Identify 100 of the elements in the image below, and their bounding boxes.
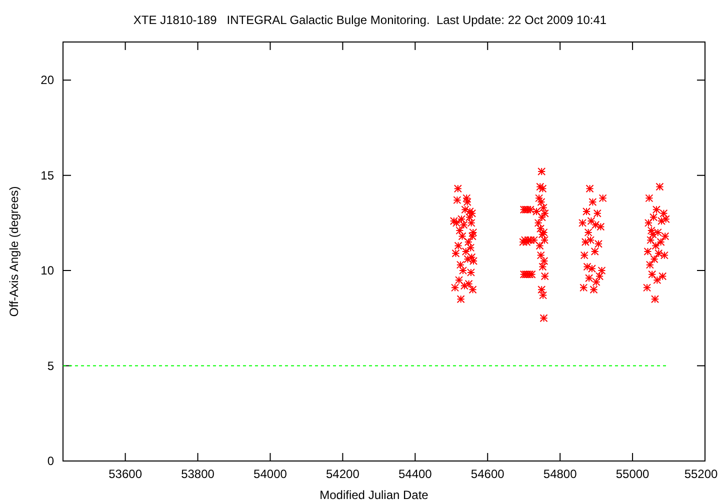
data-point: [468, 253, 476, 262]
data-point: [466, 268, 475, 276]
data-point: [467, 218, 476, 227]
data-point: [538, 262, 547, 271]
data-point: [650, 213, 658, 222]
x-tick-label: 54400: [398, 467, 432, 481]
data-point: [646, 236, 655, 244]
data-point: [540, 314, 548, 322]
data-point: [538, 213, 546, 222]
x-tick-label: 54800: [543, 467, 577, 481]
y-tick-label: 20: [40, 73, 54, 88]
data-point: [462, 194, 471, 202]
data-point: [540, 257, 548, 266]
data-point: [522, 238, 531, 246]
data-point: [661, 232, 670, 240]
data-point: [460, 282, 468, 290]
data-point: [536, 182, 544, 191]
data-point: [583, 262, 592, 271]
data-point: [528, 270, 536, 278]
data-point: [594, 240, 602, 248]
data-point: [526, 270, 534, 278]
data-point: [648, 230, 657, 238]
data-point: [538, 184, 547, 193]
y-axis-title: Off-Axis Angle (degrees): [7, 186, 21, 317]
data-point: [590, 286, 598, 294]
data-point: [520, 270, 528, 278]
x-tick-label: 54200: [326, 467, 360, 481]
data-point: [580, 251, 588, 260]
data-point: [456, 226, 464, 235]
chart-title: XTE J1810-189 INTEGRAL Galactic Bulge Monitoring. Last Update: 22 Oct 2009 10:41: [133, 13, 607, 27]
data-point: [535, 194, 544, 202]
data-point: [458, 266, 467, 275]
data-point: [453, 196, 462, 204]
data-point: [456, 295, 465, 304]
data-point: [645, 194, 654, 202]
data-point: [536, 224, 545, 233]
data-point: [598, 194, 607, 202]
data-point: [647, 226, 656, 235]
data-point: [660, 209, 668, 218]
data-point: [653, 276, 662, 284]
data-point: [656, 182, 664, 191]
data-point: [651, 295, 659, 304]
data-point: [536, 242, 544, 250]
data-point: [464, 238, 472, 246]
data-point: [540, 209, 549, 218]
data-point: [469, 228, 478, 236]
data-point: [456, 260, 464, 269]
data-point: [596, 272, 604, 280]
data-point: [538, 168, 546, 176]
data-point: [662, 215, 670, 224]
data-point: [646, 260, 654, 269]
data-point: [463, 198, 472, 206]
y-tick-label: 0: [47, 454, 54, 468]
data-point: [526, 206, 534, 214]
x-axis-title: Modified Julian Date: [320, 488, 428, 502]
data-point: [654, 249, 663, 258]
data-point: [592, 220, 600, 229]
data-point: [593, 209, 602, 218]
data-point: [540, 272, 549, 280]
data-point: [588, 264, 596, 273]
data-point: [452, 249, 460, 258]
data-point: [582, 208, 591, 216]
data-point: [584, 228, 592, 236]
data-point: [643, 284, 652, 292]
data-point: [586, 184, 594, 193]
data-point: [588, 198, 597, 206]
x-tick-label: 55200: [684, 467, 718, 481]
data-point: [650, 255, 658, 264]
data-point: [539, 291, 548, 300]
data-point: [458, 232, 466, 240]
data-point: [450, 217, 458, 226]
y-tick-label: 10: [40, 264, 54, 278]
x-tick-label: 53800: [181, 467, 214, 481]
data-point: [534, 218, 542, 227]
data-point: [538, 230, 546, 238]
data-point: [537, 198, 546, 206]
data-point: [536, 251, 545, 260]
x-tick-label: 55000: [616, 467, 650, 481]
data-point: [454, 184, 462, 193]
data-point: [464, 280, 473, 288]
data-point: [540, 228, 548, 236]
data-point: [466, 244, 475, 252]
data-point: [644, 218, 652, 227]
data-point: [578, 218, 587, 227]
y-tick-label: 15: [40, 168, 54, 182]
data-point: [592, 278, 600, 286]
data-point: [452, 218, 460, 227]
data-point: [520, 206, 528, 214]
data-point: [580, 284, 588, 292]
data-point: [454, 242, 462, 250]
data-point: [596, 222, 605, 231]
x-tick-label: 54600: [470, 467, 504, 481]
data-point: [652, 242, 660, 250]
data-point: [658, 217, 666, 226]
data-point: [460, 220, 468, 229]
data-point: [461, 206, 470, 214]
data-point: [654, 228, 662, 236]
data-point: [468, 232, 476, 240]
data-point: [464, 255, 472, 264]
data-point: [598, 266, 606, 275]
